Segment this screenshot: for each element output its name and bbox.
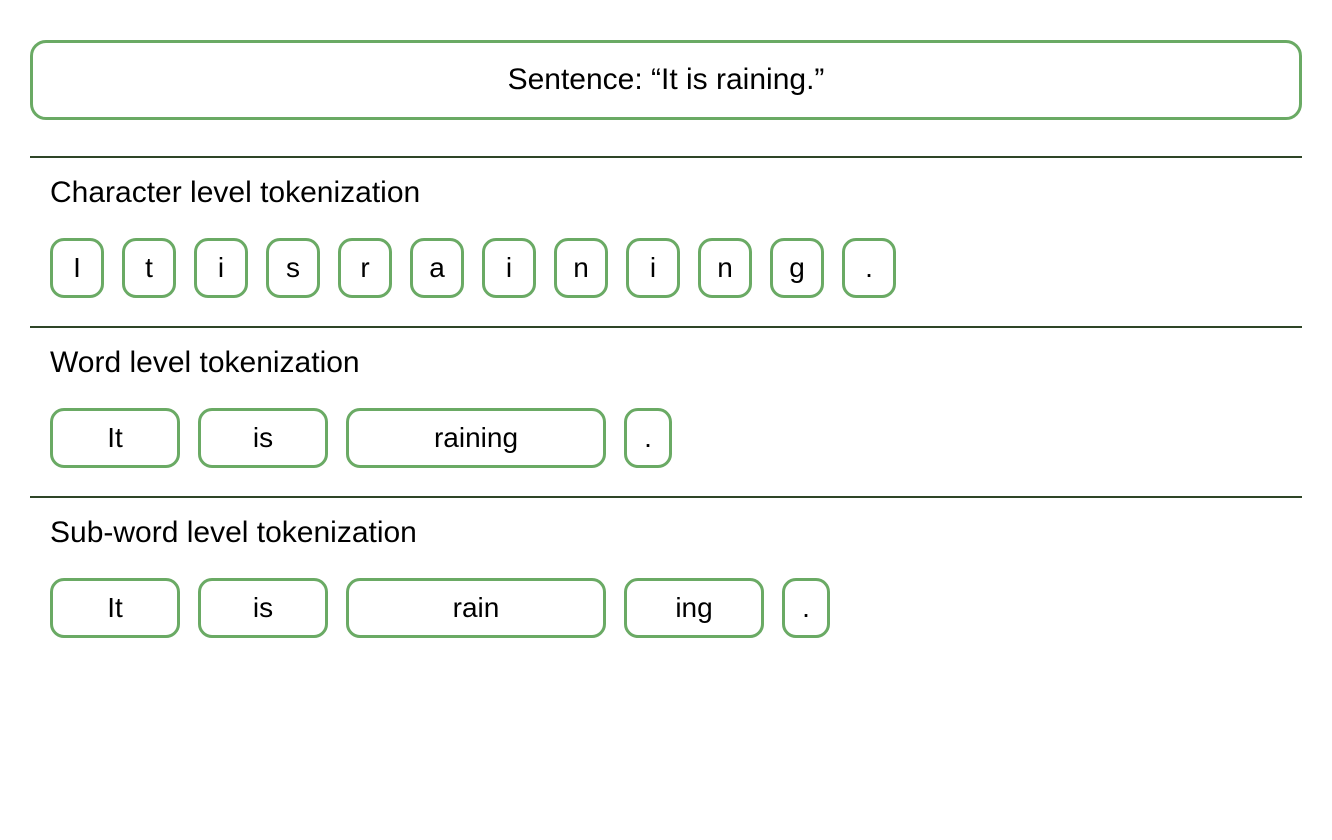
- char-token: t: [122, 238, 176, 298]
- character-token-row: I t i s r a i n i n g .: [50, 238, 1302, 298]
- char-token: .: [842, 238, 896, 298]
- subword-level-section: Sub-word level tokenization It is rain i…: [30, 498, 1302, 666]
- word-token: It: [50, 408, 180, 468]
- subword-token: ing: [624, 578, 764, 638]
- char-token: i: [194, 238, 248, 298]
- char-token: s: [266, 238, 320, 298]
- subword-token-row: It is rain ing .: [50, 578, 1302, 638]
- char-token: n: [554, 238, 608, 298]
- sentence-text: Sentence: “It is raining.”: [508, 63, 825, 96]
- char-token: I: [50, 238, 104, 298]
- word-token: .: [624, 408, 672, 468]
- word-token: is: [198, 408, 328, 468]
- word-token: raining: [346, 408, 606, 468]
- char-token: n: [698, 238, 752, 298]
- sentence-container: Sentence: “It is raining.”: [30, 40, 1302, 120]
- char-token: i: [482, 238, 536, 298]
- word-level-section: Word level tokenization It is raining .: [30, 328, 1302, 496]
- subword-level-title: Sub-word level tokenization: [50, 516, 1302, 550]
- subword-token: .: [782, 578, 830, 638]
- char-token: a: [410, 238, 464, 298]
- char-token: g: [770, 238, 824, 298]
- subword-token: rain: [346, 578, 606, 638]
- char-token: i: [626, 238, 680, 298]
- character-level-title: Character level tokenization: [50, 176, 1302, 210]
- word-level-title: Word level tokenization: [50, 346, 1302, 380]
- char-token: r: [338, 238, 392, 298]
- subword-token: is: [198, 578, 328, 638]
- subword-token: It: [50, 578, 180, 638]
- character-level-section: Character level tokenization I t i s r a…: [30, 158, 1302, 326]
- word-token-row: It is raining .: [50, 408, 1302, 468]
